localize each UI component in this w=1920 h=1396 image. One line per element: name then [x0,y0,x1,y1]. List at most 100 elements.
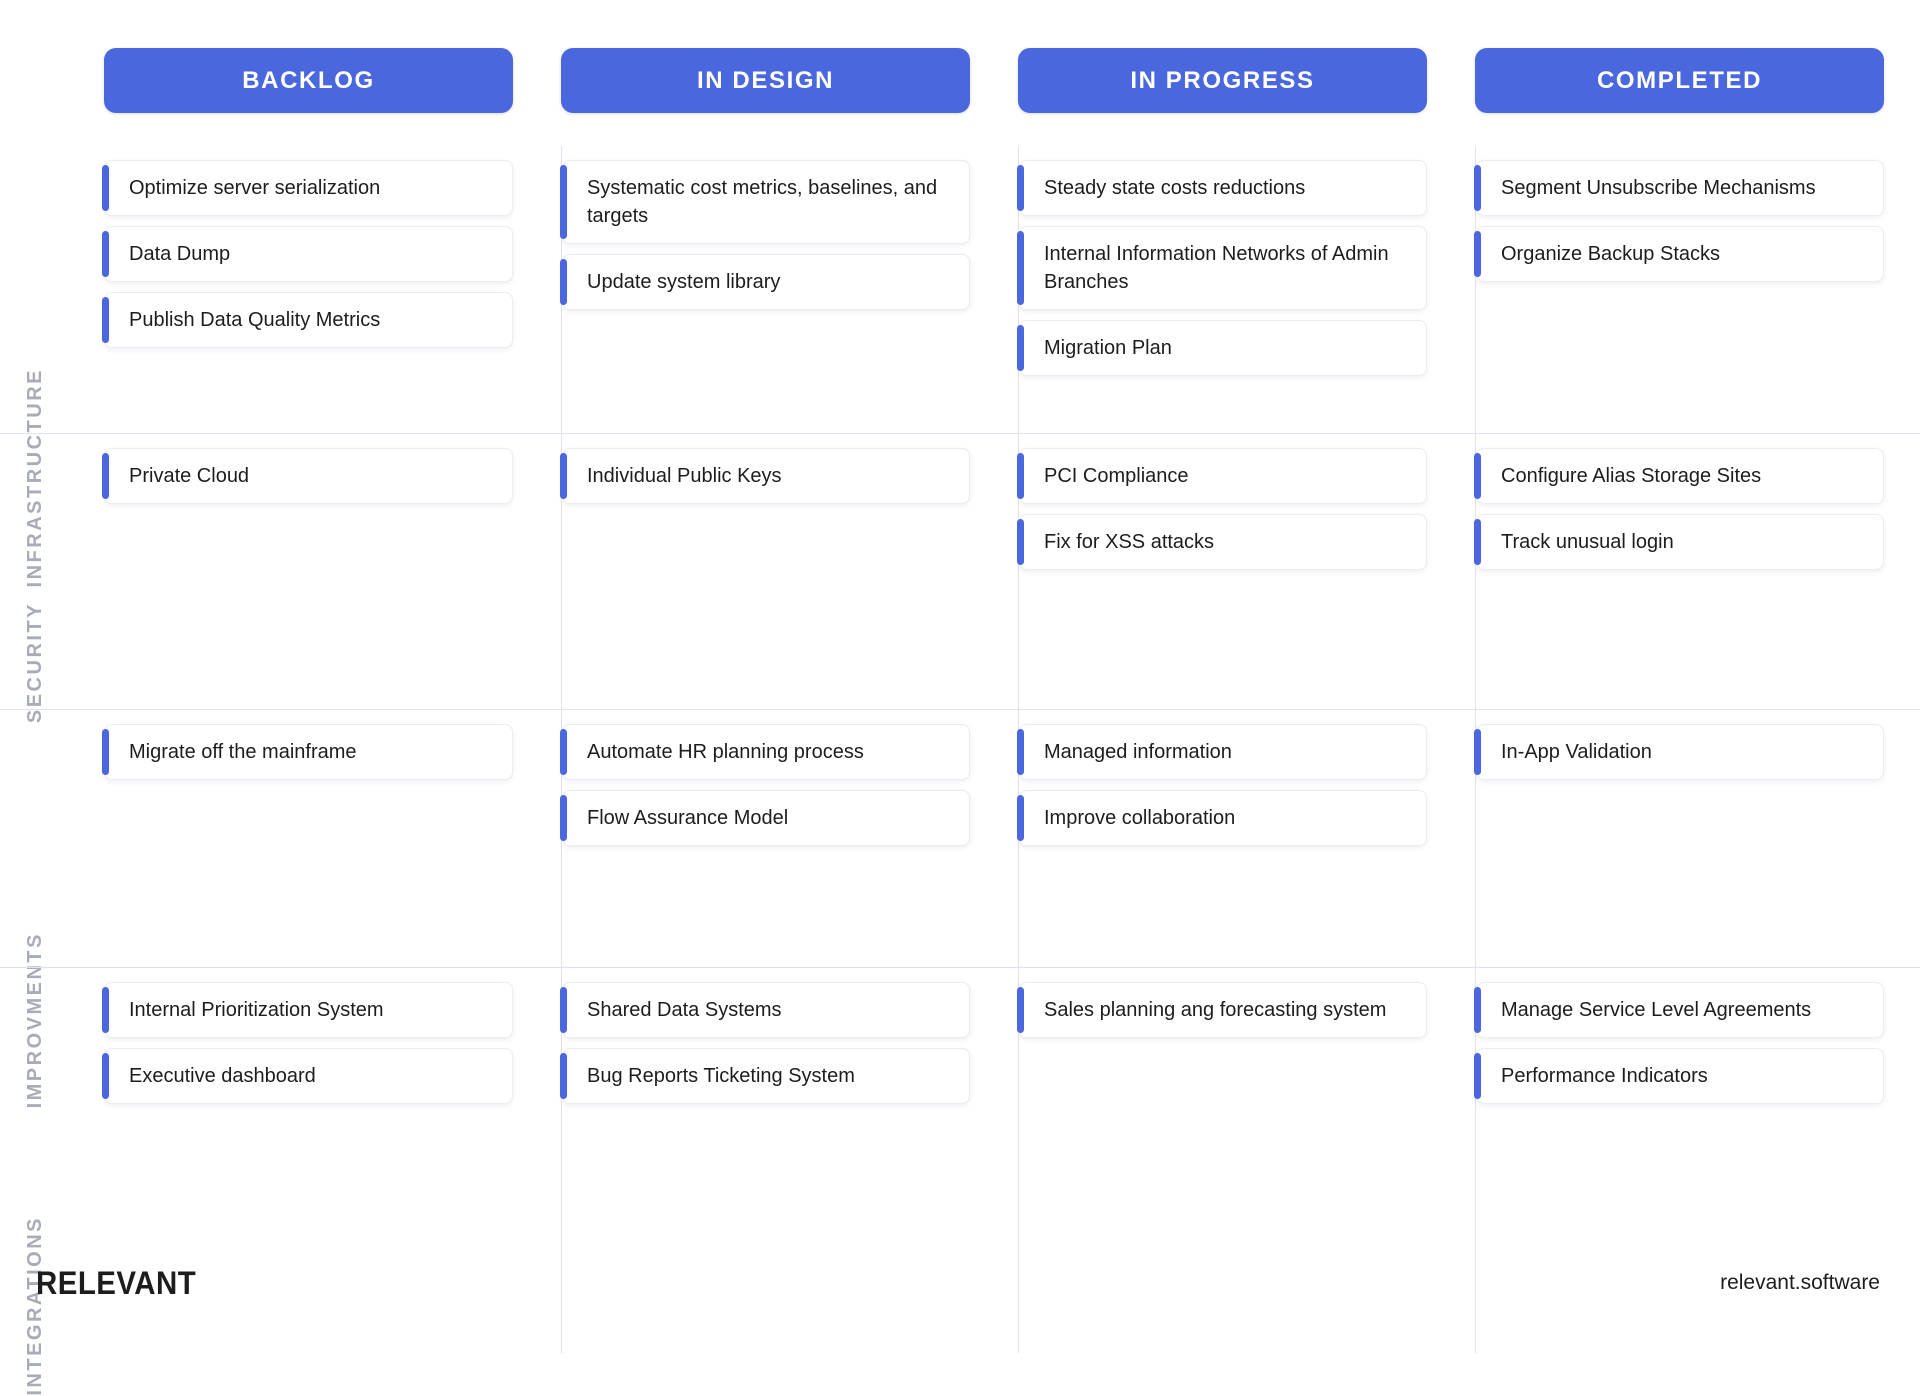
task-card-title: Improve collaboration [1044,807,1236,829]
card-accent-bar [560,165,567,239]
card-accent-bar [1017,231,1024,305]
cell-improvements-backlog: Migrate off the mainframe [102,710,561,967]
column-header-in-design[interactable]: IN DESIGN [561,48,970,113]
task-card[interactable]: Systematic cost metrics, baselines, and … [560,160,970,244]
task-card-title: Data Dump [129,243,231,265]
task-card-title: Individual Public Keys [587,465,782,487]
task-card-title: Internal Information Networks of Admin B… [1044,243,1389,293]
task-card[interactable]: Configure Alias Storage Sites [1474,448,1884,504]
card-accent-bar [560,987,567,1033]
card-accent-bar [560,729,567,775]
cell-security-backlog: Private Cloud [102,434,561,709]
task-card-title: Performance Indicators [1501,1065,1708,1087]
brand-logo: RELEVANT [36,1265,197,1301]
card-accent-bar [1474,729,1481,775]
card-accent-bar [102,297,109,343]
card-accent-bar [1017,519,1024,565]
task-card-title: Configure Alias Storage Sites [1501,465,1762,487]
task-card[interactable]: Bug Reports Ticketing System [560,1048,970,1104]
task-card[interactable]: Sales planning ang forecasting system [1017,982,1427,1038]
task-card[interactable]: Migration Plan [1017,320,1427,376]
card-accent-bar [1017,165,1024,211]
task-card[interactable]: Shared Data Systems [560,982,970,1038]
row-label-slot: SECURITY [0,434,104,723]
task-card[interactable]: Steady state costs reductions [1017,160,1427,216]
task-card[interactable]: Automate HR planning process [560,724,970,780]
card-accent-bar [560,795,567,841]
column-header-label: COMPLETED [1596,66,1763,94]
task-card[interactable]: In-App Validation [1474,724,1884,780]
page-footer: RELEVANT relevant.software [0,1217,1920,1357]
task-card-title: Automate HR planning process [587,741,864,763]
task-card[interactable]: Private Cloud [102,448,513,504]
task-card[interactable]: Internal Prioritization System [102,982,513,1038]
cell-security-in-progress: PCI Compliance Fix for XSS attacks [1017,434,1475,709]
task-card-title: Private Cloud [129,465,250,487]
card-accent-bar [1474,165,1481,211]
website-url: relevant.software [1720,1271,1880,1294]
swimlane-row-infrastructure: INFRASTRUCTURE Optimize server serializa… [0,146,1920,587]
cell-improvements-completed: In-App Validation [1474,710,1920,967]
task-card[interactable]: Internal Information Networks of Admin B… [1017,226,1427,310]
card-accent-bar [1017,795,1024,841]
task-card[interactable]: Update system library [560,254,970,310]
task-card-title: Track unusual login [1501,531,1674,553]
task-card-title: Manage Service Level Agreements [1501,999,1812,1021]
cell-security-in-design: Individual Public Keys [560,434,1018,709]
swimlane-row-security: SECURITY Private Cloud Individual Public… [0,433,1920,723]
task-card-title: Optimize server serialization [129,177,381,199]
card-accent-bar [1474,231,1481,277]
task-card-title: PCI Compliance [1044,465,1189,487]
task-card[interactable]: Flow Assurance Model [560,790,970,846]
task-card-title: Migrate off the mainframe [129,741,357,763]
task-card-title: Executive dashboard [129,1065,316,1087]
task-card[interactable]: Publish Data Quality Metrics [102,292,513,348]
column-header-completed[interactable]: COMPLETED [1475,48,1884,113]
cell-infrastructure-in-progress: Steady state costs reductions Internal I… [1017,146,1475,433]
column-header-row: BACKLOG IN DESIGN IN PROGRESS COMPLETED [104,48,1904,113]
task-card-title: Publish Data Quality Metrics [129,309,381,331]
task-card[interactable]: Data Dump [102,226,513,282]
column-header-label: IN PROGRESS [1130,66,1315,94]
card-accent-bar [560,259,567,305]
card-accent-bar [102,165,109,211]
card-accent-bar [1017,729,1024,775]
kanban-board: BACKLOG IN DESIGN IN PROGRESS COMPLETED … [0,0,1920,1396]
task-card[interactable]: Performance Indicators [1474,1048,1884,1104]
row-label-security: SECURITY [24,602,46,724]
task-card-title: Steady state costs reductions [1044,177,1306,199]
column-header-backlog[interactable]: BACKLOG [104,48,513,113]
card-accent-bar [1474,1053,1481,1099]
task-card[interactable]: Individual Public Keys [560,448,970,504]
task-card-title: Managed information [1044,741,1232,763]
task-card[interactable]: Manage Service Level Agreements [1474,982,1884,1038]
task-card[interactable]: Managed information [1017,724,1427,780]
task-card[interactable]: PCI Compliance [1017,448,1427,504]
swimlane-grid: INFRASTRUCTURE Optimize server serializa… [0,146,1920,1396]
card-accent-bar [102,1053,109,1099]
card-accent-bar [560,453,567,499]
task-card-title: Organize Backup Stacks [1501,243,1720,265]
task-card-title: Flow Assurance Model [587,807,789,829]
task-card[interactable]: Organize Backup Stacks [1474,226,1884,282]
cell-infrastructure-in-design: Systematic cost metrics, baselines, and … [560,146,1018,433]
swimlane-row-improvements: IMPROVMENTS Migrate off the mainframe Au… [0,709,1920,1108]
row-cells: Migrate off the mainframe Automate HR pl… [102,710,1920,967]
task-card[interactable]: Fix for XSS attacks [1017,514,1427,570]
task-card[interactable]: Optimize server serialization [102,160,513,216]
card-accent-bar [1474,519,1481,565]
task-card[interactable]: Segment Unsubscribe Mechanisms [1474,160,1884,216]
task-card[interactable]: Improve collaboration [1017,790,1427,846]
task-card[interactable]: Executive dashboard [102,1048,513,1104]
task-card[interactable]: Track unusual login [1474,514,1884,570]
card-accent-bar [102,987,109,1033]
task-card[interactable]: Migrate off the mainframe [102,724,513,780]
cell-security-completed: Configure Alias Storage Sites Track unus… [1474,434,1920,709]
card-accent-bar [1017,325,1024,371]
row-cells: Optimize server serialization Data Dump … [102,146,1920,433]
row-label-slot: INFRASTRUCTURE [0,146,104,587]
column-header-in-progress[interactable]: IN PROGRESS [1018,48,1427,113]
task-card-title: In-App Validation [1501,741,1652,763]
task-card-title: Segment Unsubscribe Mechanisms [1501,177,1816,199]
task-card-title: Internal Prioritization System [129,999,384,1021]
